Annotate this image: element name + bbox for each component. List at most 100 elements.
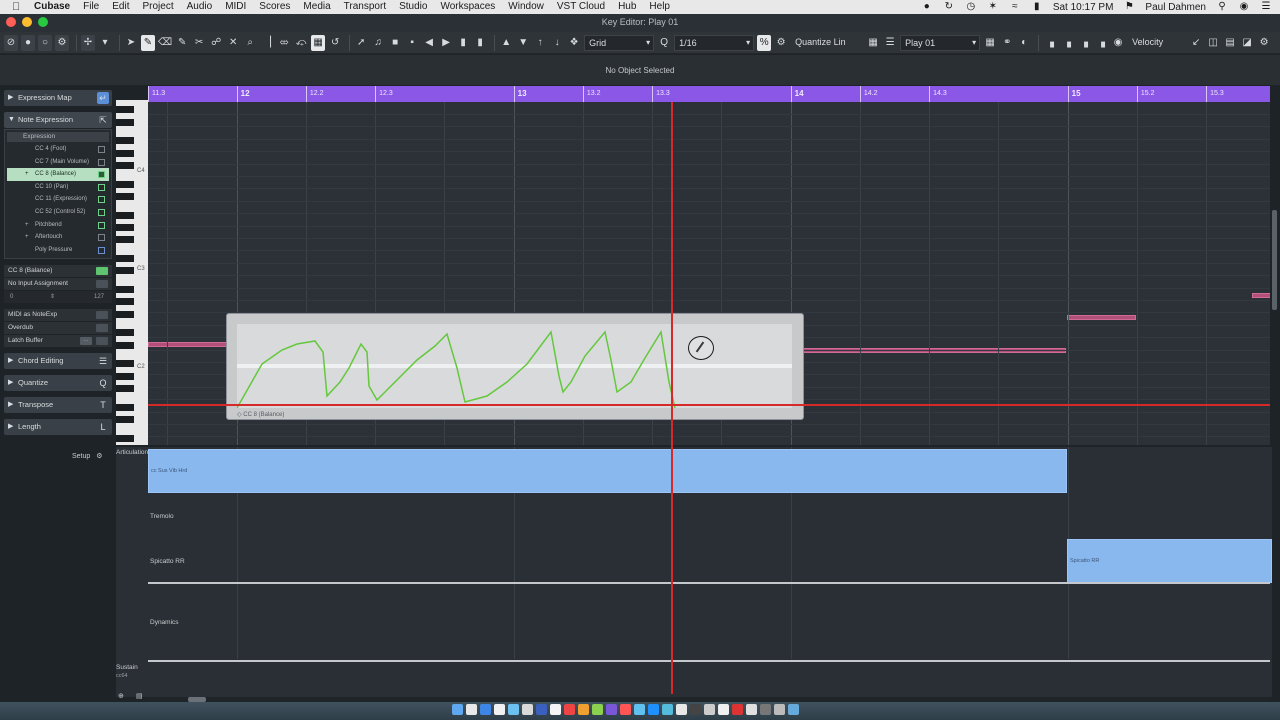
auto-scroll-menu-icon[interactable]: ▾: [98, 35, 112, 51]
black-key[interactable]: [116, 118, 134, 126]
dock-app-icon[interactable]: [452, 704, 463, 715]
add-lane-icon[interactable]: ⊕: [118, 692, 124, 700]
step-input-icon[interactable]: ➚: [354, 35, 368, 51]
input-assignment-select[interactable]: No Input Assignment: [8, 280, 68, 287]
dock-app-icon[interactable]: [732, 704, 743, 715]
length-icon[interactable]: L: [97, 421, 109, 433]
snap-toggle-icon[interactable]: ▦: [311, 34, 326, 51]
expression-curve[interactable]: [237, 324, 792, 408]
note-expression-checkbox[interactable]: [98, 158, 105, 166]
midi-note[interactable]: [1252, 293, 1270, 298]
quantize-value-select[interactable]: 1/16 ▾: [674, 34, 755, 51]
dock-app-icon[interactable]: [718, 704, 729, 715]
note-expression-row[interactable]: CC 10 (Pan): [7, 181, 109, 194]
expand-bullet[interactable]: +: [25, 168, 29, 181]
line-tool-icon[interactable]: ▕: [260, 35, 274, 51]
dock-app-icon[interactable]: [634, 704, 645, 715]
menu-project[interactable]: Project: [142, 0, 173, 14]
lane-tremolo[interactable]: Tremolo: [150, 513, 174, 520]
latch-buffer-row[interactable]: Latch Buffer ⋯: [4, 335, 112, 348]
velocity-icon[interactable]: ◉: [1111, 35, 1125, 51]
apple-icon[interactable]: : [12, 1, 24, 13]
settings-icon[interactable]: ⚙: [55, 34, 69, 51]
dock-app-icon[interactable]: [648, 704, 659, 715]
timeline-ruler[interactable]: 11.3 12 12.2 12.3 13 13.2 13.3 14 14.2 14.3 15 15.2…: [148, 86, 1270, 102]
note-expression-checkbox[interactable]: [98, 234, 105, 242]
menu-hub[interactable]: Hub: [618, 0, 636, 14]
midi-note[interactable]: [1067, 315, 1136, 320]
note-expression-row[interactable]: CC 52 (Control 52): [7, 206, 109, 219]
clock[interactable]: Sat 10:17 PM: [1053, 2, 1114, 13]
note-expression-checkbox[interactable]: [98, 246, 105, 254]
note-expression-edit-icon[interactable]: ⇱: [97, 114, 109, 126]
transpose-section[interactable]: ▶ Transpose T: [4, 397, 112, 414]
erase-tool-icon[interactable]: ⌫: [158, 35, 172, 51]
black-key[interactable]: [116, 162, 134, 169]
trim-tool-icon[interactable]: ✎: [175, 35, 189, 51]
zoom-tool-icon[interactable]: ⌕: [243, 35, 257, 51]
nudge-end-icon[interactable]: ▮: [473, 35, 487, 51]
midi-input-icon[interactable]: ♫: [371, 35, 385, 51]
cc-active-toggle[interactable]: [96, 267, 108, 276]
control-center-icon[interactable]: ☰: [1260, 2, 1272, 12]
menu-scores[interactable]: Scores: [259, 0, 290, 14]
loop-icon[interactable]: ↺: [328, 35, 342, 51]
latch-buffer-value[interactable]: ⋯: [80, 337, 92, 346]
note-expression-row[interactable]: + Pitchbend: [7, 219, 109, 232]
draw-tool-icon[interactable]: ✎: [141, 34, 155, 51]
dock-app-icon[interactable]: [564, 704, 575, 715]
overdub-row[interactable]: Overdub: [4, 322, 112, 335]
expression-map-icon[interactable]: ↵: [97, 92, 109, 104]
battery-icon[interactable]: ▮: [1031, 2, 1043, 12]
note-expression-section[interactable]: ▼ Note Expression ⇱: [4, 112, 112, 128]
record-mode-icon[interactable]: ■: [388, 35, 402, 51]
black-key[interactable]: [116, 224, 134, 231]
length-section[interactable]: ▶ Length L: [4, 419, 112, 436]
articulation-block[interactable]: Spicatto RR: [1067, 539, 1272, 583]
link-icon[interactable]: ⚭: [1000, 35, 1014, 51]
range-low[interactable]: 0: [10, 291, 13, 303]
black-key[interactable]: [116, 211, 134, 219]
color-icon[interactable]: ◐: [1017, 35, 1031, 51]
menu-vst-cloud[interactable]: VST Cloud: [557, 0, 605, 14]
event-display-icon[interactable]: ▗: [1094, 35, 1108, 51]
expression-map-section[interactable]: ▶ Expression Map ↵: [4, 90, 112, 106]
note-expression-row[interactable]: CC 11 (Expression): [7, 193, 109, 206]
quantize-icon[interactable]: Q: [657, 35, 671, 51]
menu-audio[interactable]: Audio: [187, 0, 213, 14]
articulation-lanes[interactable]: Articulations cc Sus Vib Hrd Tremolo Spi…: [116, 447, 1272, 700]
black-key[interactable]: [116, 310, 134, 318]
note-expression-row[interactable]: + Aftertouch: [7, 231, 109, 244]
dock-app-icon[interactable]: [466, 704, 477, 715]
menu-transport[interactable]: Transport: [344, 0, 386, 14]
move-insert-icon[interactable]: ▪: [405, 35, 419, 51]
black-key[interactable]: [116, 106, 134, 114]
quantize-section-icon[interactable]: Q: [97, 377, 109, 389]
dock-app-icon[interactable]: [508, 704, 519, 715]
black-key[interactable]: [116, 360, 134, 368]
transpose-icon[interactable]: T: [97, 399, 109, 411]
dock-app-icon[interactable]: [550, 704, 561, 715]
overdub-toggle[interactable]: [96, 324, 108, 333]
dock-app-icon[interactable]: [494, 704, 505, 715]
transpose-down-icon[interactable]: ▼: [516, 35, 530, 51]
note-expression-checkbox[interactable]: [98, 196, 105, 204]
learn-button[interactable]: [96, 280, 108, 289]
black-key[interactable]: [116, 372, 134, 380]
siri-icon[interactable]: ◉: [1238, 2, 1250, 12]
black-key[interactable]: [116, 137, 134, 145]
dock-app-icon[interactable]: [522, 704, 533, 715]
latch-buffer-toggle[interactable]: [96, 337, 108, 346]
independent-track-loop-icon[interactable]: ▦: [983, 35, 997, 51]
time-machine-icon[interactable]: ◷: [965, 2, 977, 12]
black-key[interactable]: [116, 286, 134, 293]
midi-note[interactable]: [148, 342, 233, 347]
dock-app-icon[interactable]: [788, 704, 799, 715]
auto-scroll-icon[interactable]: ✢: [81, 34, 95, 51]
vertical-scrollbar[interactable]: [1272, 210, 1277, 310]
track-menu-icon[interactable]: ☰: [883, 35, 897, 51]
show-info-icon[interactable]: ○: [38, 34, 52, 51]
move-down-icon[interactable]: ↓: [550, 35, 564, 51]
timewarp-tool-icon[interactable]: ⤄: [277, 35, 291, 51]
note-expression-checkbox[interactable]: [98, 146, 105, 153]
